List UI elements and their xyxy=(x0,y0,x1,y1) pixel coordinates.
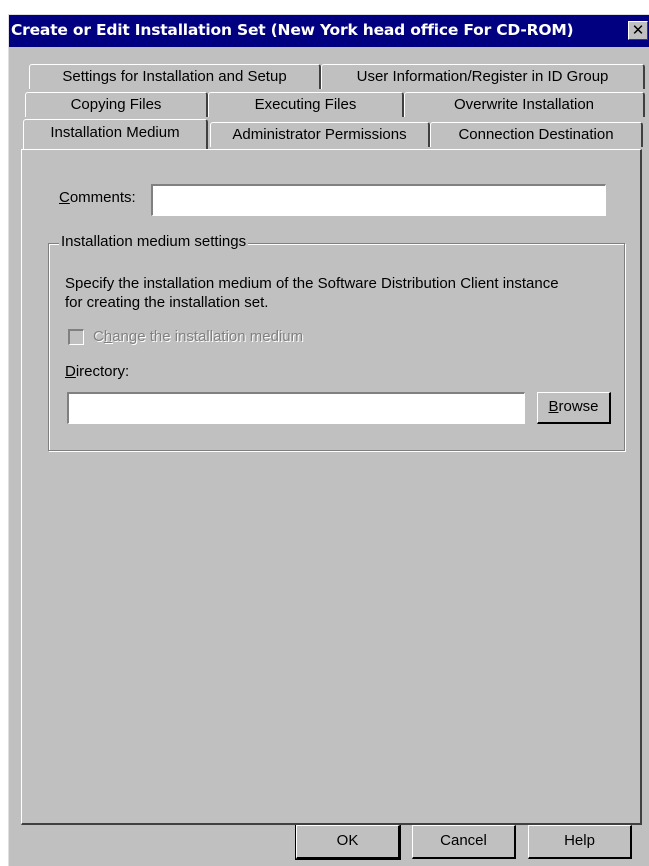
tab-overwrite-installation[interactable]: Overwrite Installation xyxy=(404,92,645,117)
close-icon: ✕ xyxy=(631,21,645,39)
cancel-button[interactable]: Cancel xyxy=(412,825,516,859)
tab-connection-destination[interactable]: Connection Destination xyxy=(430,122,643,147)
tab-settings-installation-setup[interactable]: Settings for Installation and Setup xyxy=(29,64,321,89)
description-line-2: for creating the installation set. xyxy=(65,294,269,311)
browse-button[interactable]: Browse xyxy=(537,392,611,424)
title-bar[interactable]: Create or Edit Installation Set (New Yor… xyxy=(9,15,649,47)
group-caption: Installation medium settings xyxy=(59,233,249,250)
tab-installation-medium[interactable]: Installation Medium xyxy=(23,119,208,149)
comments-label: Comments: xyxy=(59,189,136,206)
tab-panel-installation-medium: Comments: Installation medium settings S… xyxy=(21,149,642,825)
change-medium-label: Change the installation medium xyxy=(93,328,304,345)
comments-input[interactable] xyxy=(151,184,606,216)
dialog-title: Create or Edit Installation Set (New Yor… xyxy=(11,21,574,39)
description-line-1: Specify the installation medium of the S… xyxy=(65,275,559,292)
help-button[interactable]: Help xyxy=(528,825,632,859)
ok-button[interactable]: OK xyxy=(295,824,401,860)
directory-input[interactable] xyxy=(67,392,525,424)
tab-user-information[interactable]: User Information/Register in ID Group xyxy=(321,64,645,89)
installation-medium-groupbox: Installation medium settings Specify the… xyxy=(48,233,625,451)
tab-copying-files[interactable]: Copying Files xyxy=(25,92,208,117)
change-medium-checkbox[interactable] xyxy=(68,329,84,345)
tab-administrator-permissions[interactable]: Administrator Permissions xyxy=(210,122,430,147)
tab-executing-files[interactable]: Executing Files xyxy=(208,92,404,117)
installation-set-dialog: Create or Edit Installation Set (New Yor… xyxy=(8,14,649,866)
directory-label: Directory: xyxy=(65,363,130,380)
close-button[interactable]: ✕ xyxy=(628,21,648,40)
